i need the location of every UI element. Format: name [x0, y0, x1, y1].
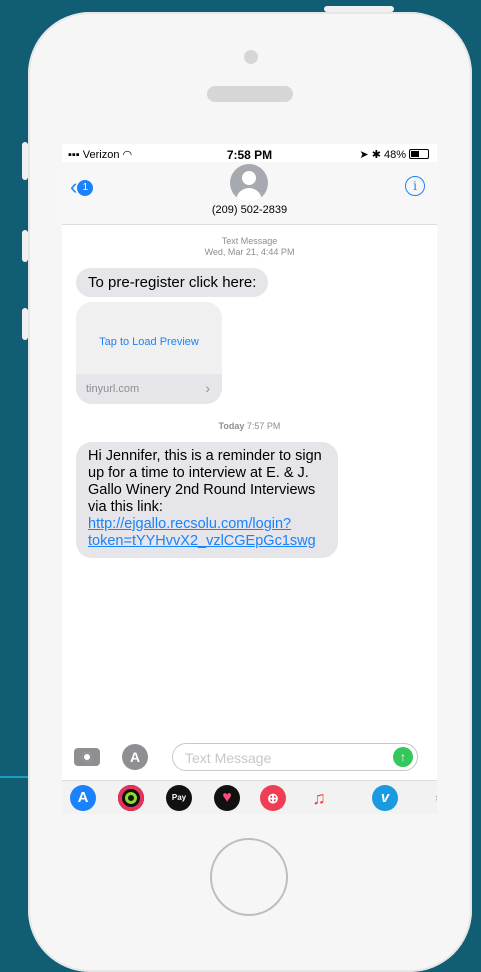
music-icon[interactable]: ♫ — [306, 785, 332, 811]
message-composer: A Text Message ↑ — [62, 738, 437, 778]
app-store-icon[interactable]: A — [122, 744, 148, 770]
phone-screen: ▪▪▪ Verizon ◠ 7:58 PM ➤ ✱ 48% ‹ 1 (209) 5… — [62, 144, 437, 814]
conversation-header: ‹ 1 (209) 502-2839 i — [62, 162, 437, 225]
battery-status: ➤ ✱ 48% — [359, 148, 429, 161]
timestamp-2: Today 7:57 PM — [62, 421, 437, 432]
contact-number[interactable]: (209) 502-2839 — [62, 204, 437, 216]
back-button[interactable]: ‹ 1 — [70, 174, 94, 200]
partial-app-icon[interactable]: s — [426, 785, 437, 811]
timestamp-time: 7:57 PM — [246, 421, 281, 431]
vimeo-icon[interactable]: v — [372, 785, 398, 811]
contact-avatar[interactable] — [230, 164, 268, 202]
message-link[interactable]: http://ejgallo.recsolu.com/login?token=t… — [88, 516, 316, 549]
status-bar: ▪▪▪ Verizon ◠ 7:58 PM ➤ ✱ 48% — [62, 144, 437, 164]
tap-to-load-preview[interactable]: Tap to Load Preview — [76, 336, 222, 348]
timestamp-date: Wed, Mar 21, 4:44 PM — [204, 247, 295, 257]
search-images-icon[interactable]: ⊕ — [260, 785, 286, 811]
preview-url: tinyurl.com — [86, 383, 140, 395]
silent-switch — [22, 142, 28, 180]
home-button[interactable] — [210, 838, 288, 916]
apple-pay-label: Pay — [171, 793, 187, 802]
link-preview-card[interactable]: Tap to Load Preview tinyurl.com › — [76, 302, 222, 404]
chevron-right-icon: › — [205, 380, 210, 396]
timestamp-label: Text Message — [221, 236, 278, 246]
volume-up-button — [22, 230, 28, 262]
timestamp-1: Text Message Wed, Mar 21, 4:44 PM — [62, 236, 437, 258]
camera-icon[interactable] — [74, 748, 100, 766]
unread-badge: 1 — [77, 180, 94, 196]
message-text: Hi Jennifer, this is a reminder to sign … — [88, 448, 322, 515]
app-store-icon[interactable]: A — [70, 785, 96, 811]
message-input[interactable]: Text Message ↑ — [172, 743, 418, 771]
heart-sticker-icon[interactable]: ♥ — [214, 785, 240, 811]
message-bubble-2[interactable]: Hi Jennifer, this is a reminder to sign … — [76, 442, 338, 558]
front-camera — [244, 50, 258, 64]
activity-icon[interactable] — [118, 785, 144, 811]
send-icon[interactable]: ↑ — [393, 747, 413, 767]
volume-down-button — [22, 308, 28, 340]
power-button — [324, 6, 394, 12]
battery-icon — [409, 149, 429, 159]
earpiece-speaker — [207, 86, 293, 102]
battery-percent: 48% — [383, 149, 406, 161]
input-placeholder: Text Message — [185, 750, 272, 766]
imessage-app-drawer: A Pay ♥ ⊕ ♫ v s — [62, 780, 437, 814]
info-icon[interactable]: i — [405, 176, 425, 196]
bluetooth-icon: ✱ — [371, 149, 381, 161]
apple-pay-icon[interactable]: Pay — [166, 785, 192, 811]
message-bubble-1[interactable]: To pre-register click here: — [76, 268, 269, 297]
location-icon: ➤ — [359, 149, 369, 161]
preview-footer: tinyurl.com › — [76, 374, 222, 404]
timestamp-day: Today — [218, 421, 245, 431]
